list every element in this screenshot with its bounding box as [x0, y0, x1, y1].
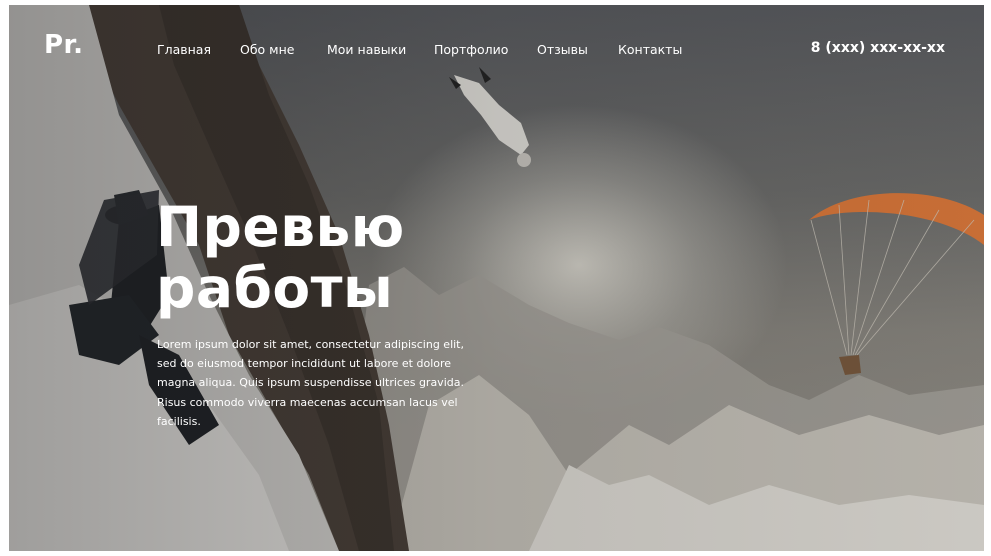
hero-title: Превью работы	[156, 197, 405, 319]
nav-link-skills[interactable]: Мои навыки	[327, 42, 406, 57]
nav-link-contacts[interactable]: Контакты	[618, 42, 682, 57]
nav-link-about[interactable]: Обо мне	[240, 42, 294, 57]
hero-title-line-1: Превью	[156, 195, 405, 259]
nav-link-portfolio[interactable]: Портфолио	[434, 42, 508, 57]
hero-description: Lorem ipsum dolor sit amet, consectetur …	[157, 338, 464, 428]
hero-section: Pr. Главная Обо мне Мои навыки Портфолио…	[9, 5, 984, 551]
nav-link-reviews[interactable]: Отзывы	[537, 42, 588, 57]
nav-link-home[interactable]: Главная	[157, 42, 211, 57]
hero-title-line-2: работы	[156, 256, 394, 320]
site-header: Pr. Главная Обо мне Мои навыки Портфолио…	[9, 5, 984, 95]
logo[interactable]: Pr.	[44, 30, 84, 60]
phone-number[interactable]: 8 (xxx) xxx-xx-xx	[811, 40, 945, 56]
